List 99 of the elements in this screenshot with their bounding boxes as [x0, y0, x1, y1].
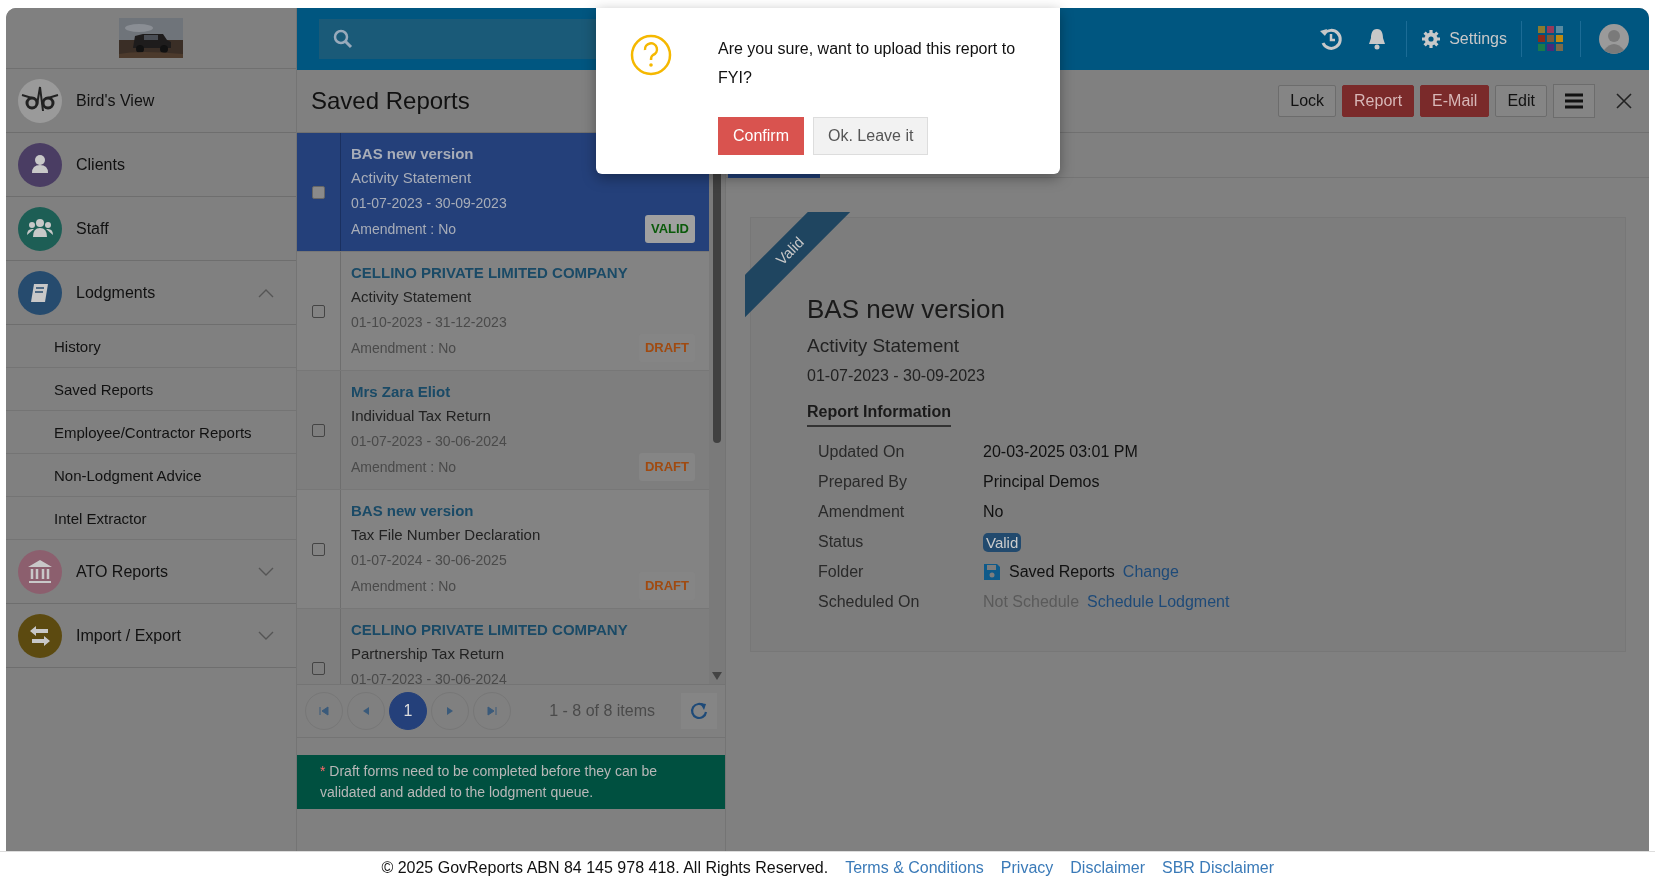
info-value: Principal Demos [983, 473, 1100, 491]
toolbar-button[interactable]: Edit [1495, 85, 1547, 117]
chevron-up-icon[interactable] [258, 287, 274, 298]
menu-icon [1565, 93, 1583, 109]
dialog-message: Are you sure, want to upload this report to FYI? [718, 39, 1017, 88]
status-badge: Valid [983, 532, 1022, 552]
history-icon[interactable] [1318, 26, 1345, 52]
checkbox[interactable] [312, 661, 325, 675]
checkbox[interactable] [312, 185, 325, 199]
amendment-text: Amendment : No [351, 339, 457, 358]
footer-link[interactable]: Privacy [1000, 859, 1054, 877]
copyright-text: © 2025 GovReports ABN 84 145 978 418. All Rights Reserved. [381, 859, 829, 877]
nav-label: Staff [76, 219, 110, 238]
report-period: 01-07-2024 - 30-06-2025 [351, 551, 508, 570]
nav-item[interactable]: Import / Export [6, 604, 296, 668]
info-value: 20-03-2025 03:01 PM [983, 443, 1138, 461]
nav-subitem[interactable]: Employee/Contractor Reports [6, 411, 296, 454]
nav-item[interactable]: ATO Reports [6, 540, 296, 604]
checkbox[interactable] [312, 423, 325, 437]
status-badge: VALID [644, 215, 695, 243]
report-period: 01-07-2023 - 30-09-2023 [351, 194, 508, 213]
report-title: CELLINO PRIVATE LIMITED COMPANY [351, 263, 629, 283]
apps-grid-icon[interactable] [1538, 26, 1564, 52]
owl-icon [18, 78, 62, 123]
toolbar-button[interactable]: E-Mail [1420, 85, 1490, 117]
footer-link[interactable]: Disclaimer [1070, 859, 1145, 877]
info-value: Saved Reports [1009, 563, 1115, 581]
info-label: Folder [818, 562, 865, 582]
info-value: No [983, 503, 1004, 521]
nav-label: Lodgments [76, 283, 157, 302]
nav-label: ATO Reports [76, 562, 169, 581]
report-type: Activity Statement [807, 335, 961, 357]
scroll-down-icon[interactable] [712, 672, 722, 680]
refresh-icon [689, 701, 709, 721]
avatar-icon[interactable] [1599, 24, 1629, 54]
nav-subitem[interactable]: Saved Reports [6, 368, 296, 411]
report-item[interactable]: BAS new version Tax File Number Declaration 01-07-2024 - 30-06-2025 Amendment : No DRAFT [297, 490, 709, 609]
search-icon [333, 29, 353, 49]
bank-icon [18, 549, 62, 594]
info-label: Updated On [818, 442, 906, 462]
report-type: Individual Tax Return [351, 406, 492, 426]
toolbar-button[interactable]: Lock [1278, 85, 1337, 117]
menu-button[interactable] [1553, 84, 1595, 118]
nav-subitem[interactable]: Non-Lodgment Advice [6, 454, 296, 497]
first-page-icon [319, 706, 329, 716]
report-period: 01-10-2023 - 31-12-2023 [351, 313, 508, 332]
dialog-button[interactable]: Ok. Leave it [813, 117, 929, 155]
nav-item[interactable]: Staff [6, 197, 296, 261]
nav-label: Import / Export [76, 626, 182, 645]
checkbox[interactable] [312, 304, 325, 318]
report-item[interactable]: BAS new version Activity Statement 01-07-2023 - 30-09-2023 Amendment : No VALID [297, 133, 709, 252]
settings-button[interactable]: Settings [1413, 25, 1515, 53]
report-type: Partnership Tax Return [351, 644, 506, 664]
info-label: Scheduled On [818, 592, 921, 612]
nav-item[interactable]: Bird's View [6, 69, 296, 133]
note-text: * Draft forms need to be completed before they can be validated and added to the lodgment queue. [297, 755, 725, 809]
question-icon [630, 34, 672, 76]
arrows-icon [18, 613, 62, 658]
dialog-button[interactable]: Confirm [718, 117, 804, 155]
last-page-icon [487, 706, 497, 716]
report-title: CELLINO PRIVATE LIMITED COMPANY [351, 620, 629, 640]
report-type: Activity Statement [351, 168, 473, 188]
info-label: Prepared By [818, 472, 908, 492]
checkbox[interactable] [312, 542, 325, 556]
section-heading: Report Information [807, 403, 951, 427]
info-label: Amendment [818, 502, 906, 522]
info-label: Status [818, 532, 865, 552]
nav-subitem[interactable]: Intel Extractor [6, 497, 296, 540]
report-title: BAS new version [807, 294, 1006, 325]
chevron-down-icon[interactable] [258, 566, 274, 577]
nav-subitem[interactable]: History [6, 325, 296, 368]
chevron-down-icon[interactable] [258, 630, 274, 641]
caret-left-icon [361, 706, 371, 716]
footer-link[interactable]: SBR Disclaimer [1162, 859, 1274, 877]
nav-item[interactable]: Lodgments [6, 261, 296, 325]
refresh-button[interactable] [681, 693, 717, 729]
group-icon [18, 206, 62, 251]
footer-link[interactable]: Terms & Conditions [845, 859, 984, 877]
report-period: 01-07-2023 - 30-09-2023 [807, 367, 986, 385]
report-item[interactable]: CELLINO PRIVATE LIMITED COMPANY Activity Statement 01-10-2023 - 31-12-2023 Amendment : No DRAFT [297, 252, 709, 371]
report-title: Mrs Zara Eliot [351, 382, 452, 402]
page-button[interactable]: 1 [389, 692, 427, 730]
report-type: Tax File Number Declaration [351, 525, 542, 545]
toolbar-button[interactable]: Report [1342, 85, 1415, 117]
report-type: Activity Statement [351, 287, 473, 307]
amendment-text: Amendment : No [351, 577, 457, 596]
book-icon [18, 270, 62, 315]
nav-label: Clients [76, 155, 126, 174]
close-icon[interactable] [1615, 92, 1633, 110]
status-badge: DRAFT [638, 453, 695, 481]
settings-icon [1421, 29, 1442, 49]
report-title: BAS new version [351, 144, 475, 164]
nav-label: Bird's View [76, 91, 156, 110]
page-title: Saved Reports [311, 87, 470, 115]
amendment-text: Amendment : No [351, 220, 457, 239]
caret-right-icon [445, 706, 455, 716]
person-icon [18, 142, 62, 187]
nav-item[interactable]: Clients [6, 133, 296, 197]
report-title: BAS new version [351, 501, 475, 521]
